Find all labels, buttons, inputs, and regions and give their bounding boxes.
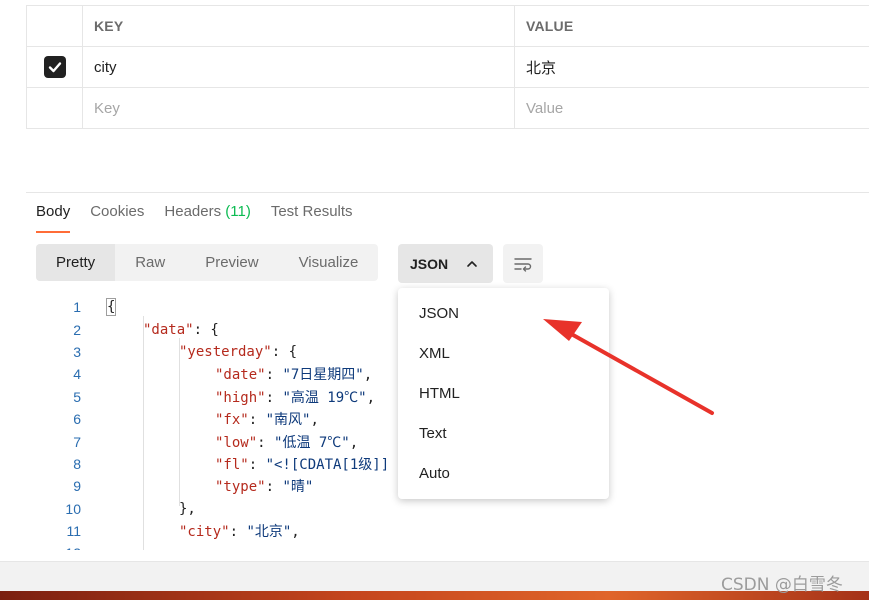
raw-button[interactable]: Raw [115,244,185,281]
tab-body[interactable]: Body [36,203,71,233]
format-select[interactable]: JSON [398,244,493,283]
format-select-value: JSON [410,255,449,272]
visualize-button[interactable]: Visualize [279,244,379,281]
format-option-xml[interactable]: XML [398,333,609,373]
new-key-input[interactable]: Key [83,88,515,128]
response-tabs: Body Cookies Headers (11) Test Results [36,203,373,233]
preview-button[interactable]: Preview [185,244,278,281]
format-option-json[interactable]: JSON [398,293,609,333]
tab-cookies[interactable]: Cookies [90,203,144,233]
new-value-input[interactable]: Value [515,88,869,128]
chevron-up-icon [467,260,477,267]
wrap-lines-icon [514,257,532,272]
pretty-button[interactable]: Pretty [36,244,116,281]
code-line: 12 [36,542,596,550]
view-mode-group: Pretty Raw Preview Visualize [36,244,379,281]
format-option-text[interactable]: Text [398,413,609,453]
key-column-header: KEY [83,6,515,46]
code-line: 11 "city": "北京", [66,523,300,541]
params-header-row: KEY VALUE [27,6,869,47]
table-row: city 北京 [27,47,869,88]
value-column-header: VALUE [526,18,574,34]
params-table: KEY VALUE city 北京 Key Value [26,5,869,129]
tab-headers[interactable]: Headers (11) [164,203,250,233]
code-line: 10}, [65,500,196,517]
param-key-cell[interactable]: city [83,47,515,87]
headers-count-badge: (11) [225,203,251,220]
checkmark-icon [48,62,61,73]
pane-divider[interactable] [26,192,869,193]
param-value-cell[interactable]: 北京 [515,47,869,87]
table-row-new: Key Value [27,88,869,129]
format-dropdown-menu: JSON XML HTML Text Auto [398,288,609,499]
watermark: CSDN @白雪冬 [721,575,843,595]
format-option-html[interactable]: HTML [398,373,609,413]
tab-headers-label: Headers [164,203,222,220]
param-enabled-checkbox[interactable] [43,56,66,78]
wrap-lines-button[interactable] [503,244,543,283]
format-option-auto[interactable]: Auto [398,453,609,493]
tab-test-results[interactable]: Test Results [271,203,353,233]
